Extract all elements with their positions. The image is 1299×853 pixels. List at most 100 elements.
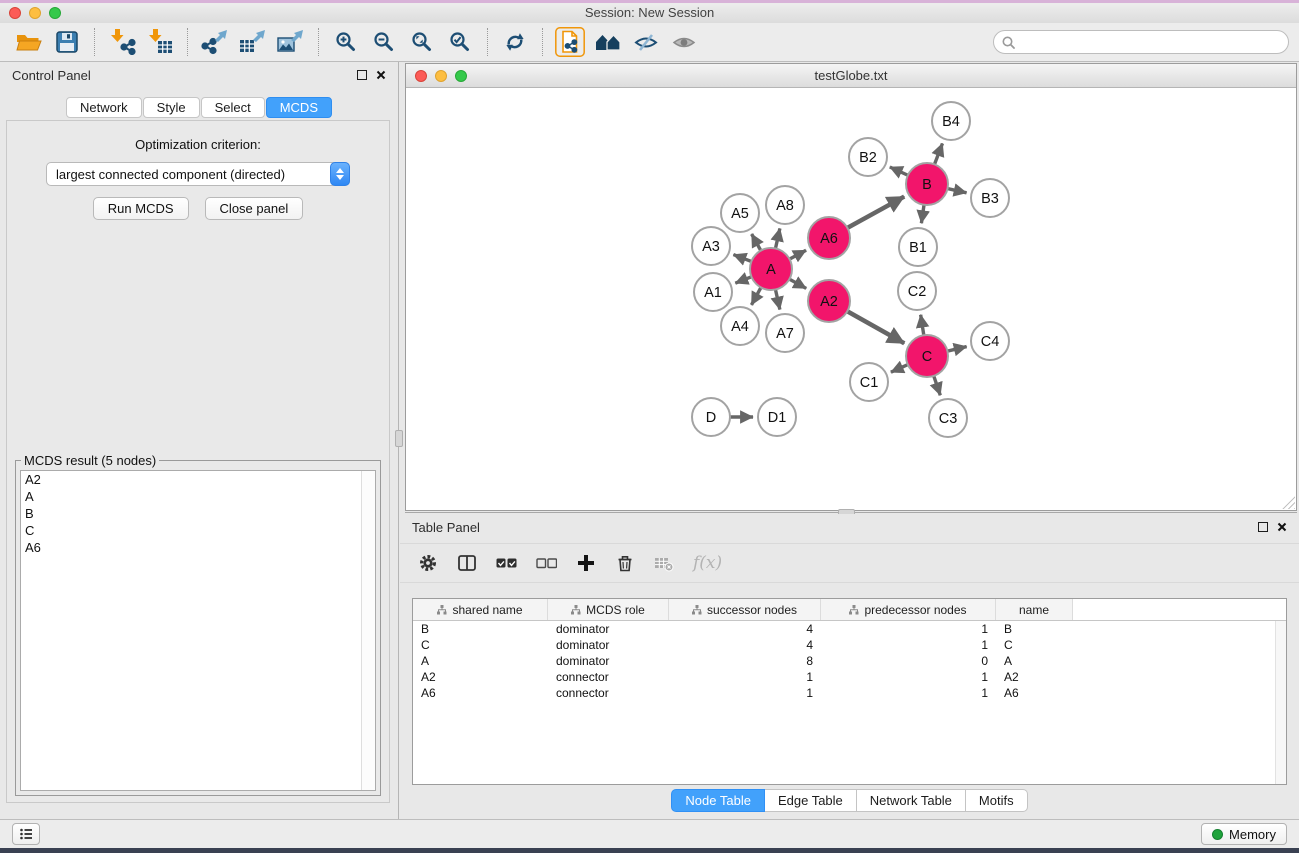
- optimization-criterion-select[interactable]: largest connected component (directed): [46, 162, 350, 186]
- graph-node-B4[interactable]: B4: [932, 102, 970, 140]
- float-panel-button[interactable]: [357, 70, 367, 80]
- tab-select[interactable]: Select: [201, 97, 265, 118]
- graph-node-D1[interactable]: D1: [758, 398, 796, 436]
- svg-text:A6: A6: [820, 231, 838, 247]
- export-network-button[interactable]: [196, 25, 234, 59]
- table-scrollbar[interactable]: [1275, 621, 1286, 784]
- tab-network-table[interactable]: Network Table: [857, 789, 966, 812]
- table-row[interactable]: Cdominator41C: [413, 637, 1286, 653]
- export-image-button[interactable]: [272, 25, 310, 59]
- result-scrollbar[interactable]: [361, 471, 375, 790]
- settings-button[interactable]: [418, 553, 438, 573]
- svg-text:B1: B1: [909, 240, 927, 256]
- minimize-window-button[interactable]: [29, 7, 41, 19]
- graph-node-A6[interactable]: A6: [808, 217, 850, 259]
- table-cell: 1: [821, 638, 996, 652]
- graph-node-D[interactable]: D: [692, 398, 730, 436]
- graph-node-C[interactable]: C: [906, 335, 948, 377]
- delete-table-button[interactable]: [654, 554, 674, 572]
- column-header-name[interactable]: name: [996, 599, 1073, 620]
- graph-node-C4[interactable]: C4: [971, 322, 1009, 360]
- column-header-predecessor-nodes[interactable]: predecessor nodes: [821, 599, 996, 620]
- network-minimize-button[interactable]: [435, 70, 447, 82]
- table-cell: 8: [669, 654, 821, 668]
- delete-row-button[interactable]: [615, 553, 635, 573]
- graph-node-A5[interactable]: A5: [721, 194, 759, 232]
- table-row[interactable]: Bdominator41B: [413, 621, 1286, 637]
- export-table-button[interactable]: [234, 25, 272, 59]
- houses-icon: [595, 32, 622, 53]
- graph-node-C2[interactable]: C2: [898, 272, 936, 310]
- table-cell: dominator: [548, 622, 669, 636]
- network-close-button[interactable]: [415, 70, 427, 82]
- import-table-button[interactable]: [141, 25, 179, 59]
- zoom-selected-button[interactable]: [441, 25, 479, 59]
- deselect-all-button[interactable]: [536, 557, 557, 569]
- graph-node-C1[interactable]: C1: [850, 363, 888, 401]
- zoom-out-button[interactable]: [365, 25, 403, 59]
- network-zoom-button[interactable]: [455, 70, 467, 82]
- graph-node-C3[interactable]: C3: [929, 399, 967, 437]
- result-item[interactable]: A: [21, 488, 375, 505]
- result-item[interactable]: A6: [21, 539, 375, 556]
- close-table-panel-icon[interactable]: [1277, 522, 1287, 532]
- graph-node-A[interactable]: A: [750, 248, 792, 290]
- zoom-window-button[interactable]: [49, 7, 61, 19]
- graph-node-A2[interactable]: A2: [808, 280, 850, 322]
- graph-node-A7[interactable]: A7: [766, 314, 804, 352]
- houses-button[interactable]: [589, 25, 627, 59]
- graph-node-A4[interactable]: A4: [721, 307, 759, 345]
- graph-node-A8[interactable]: A8: [766, 186, 804, 224]
- graph-node-A3[interactable]: A3: [692, 227, 730, 265]
- tab-node-table[interactable]: Node Table: [671, 789, 765, 812]
- tab-motifs[interactable]: Motifs: [966, 789, 1028, 812]
- run-mcds-button[interactable]: Run MCDS: [93, 197, 189, 220]
- graph-node-B2[interactable]: B2: [849, 138, 887, 176]
- result-item[interactable]: A2: [21, 471, 375, 488]
- network-canvas[interactable]: B4 B2 B B3 A8A5 A6 A3 B1 A C2 A1 A2 A4 A7 C4 C C1 D D1 C3: [406, 88, 1296, 510]
- eye-button[interactable]: [665, 25, 703, 59]
- document-network-button[interactable]: [551, 25, 589, 59]
- zoom-in-button[interactable]: [327, 25, 365, 59]
- column-layout-button[interactable]: [457, 553, 477, 573]
- table-row[interactable]: A2connector11A2: [413, 669, 1286, 685]
- table-row[interactable]: A6connector11A6: [413, 685, 1286, 701]
- trash-icon: [615, 553, 635, 573]
- tab-network[interactable]: Network: [66, 97, 142, 118]
- checked-boxes-icon: [496, 557, 517, 569]
- add-row-button[interactable]: [576, 553, 596, 573]
- close-panel-icon[interactable]: [376, 70, 386, 80]
- task-history-button[interactable]: [12, 823, 40, 845]
- zoom-fit-button[interactable]: [403, 25, 441, 59]
- graph-node-A1[interactable]: A1: [694, 273, 732, 311]
- table-row[interactable]: Adominator80A: [413, 653, 1286, 669]
- eye-slash-button[interactable]: [627, 25, 665, 59]
- float-table-panel-button[interactable]: [1258, 522, 1268, 532]
- result-item[interactable]: C: [21, 522, 375, 539]
- graph-node-B[interactable]: B: [906, 163, 948, 205]
- function-builder-button[interactable]: f(x): [693, 553, 722, 573]
- open-session-button[interactable]: [10, 25, 48, 59]
- graph-node-B3[interactable]: B3: [971, 179, 1009, 217]
- sort-tree-icon: [849, 605, 859, 615]
- close-window-button[interactable]: [9, 7, 21, 19]
- refresh-button[interactable]: [496, 25, 534, 59]
- vertical-split-grip[interactable]: [395, 430, 403, 447]
- select-all-button[interactable]: [496, 557, 517, 569]
- column-header-shared-name[interactable]: shared name: [413, 599, 548, 620]
- save-session-button[interactable]: [48, 25, 86, 59]
- graph-node-B1[interactable]: B1: [899, 228, 937, 266]
- result-item[interactable]: B: [21, 505, 375, 522]
- column-header-successor-nodes[interactable]: successor nodes: [669, 599, 821, 620]
- tab-style[interactable]: Style: [143, 97, 200, 118]
- network-view-window: testGlobe.txt B4B2BB3A8A5A6A3B1AC2A1A2A4…: [405, 63, 1297, 511]
- search-input[interactable]: [1020, 35, 1280, 50]
- import-network-button[interactable]: [103, 25, 141, 59]
- zoom-fit-icon: [411, 31, 433, 53]
- column-header-MCDS-role[interactable]: MCDS role: [548, 599, 669, 620]
- close-panel-button[interactable]: Close panel: [205, 197, 304, 220]
- memory-button[interactable]: Memory: [1201, 823, 1287, 845]
- tab-edge-table[interactable]: Edge Table: [765, 789, 857, 812]
- tab-mcds[interactable]: MCDS: [266, 97, 332, 118]
- svg-text:A4: A4: [731, 319, 749, 335]
